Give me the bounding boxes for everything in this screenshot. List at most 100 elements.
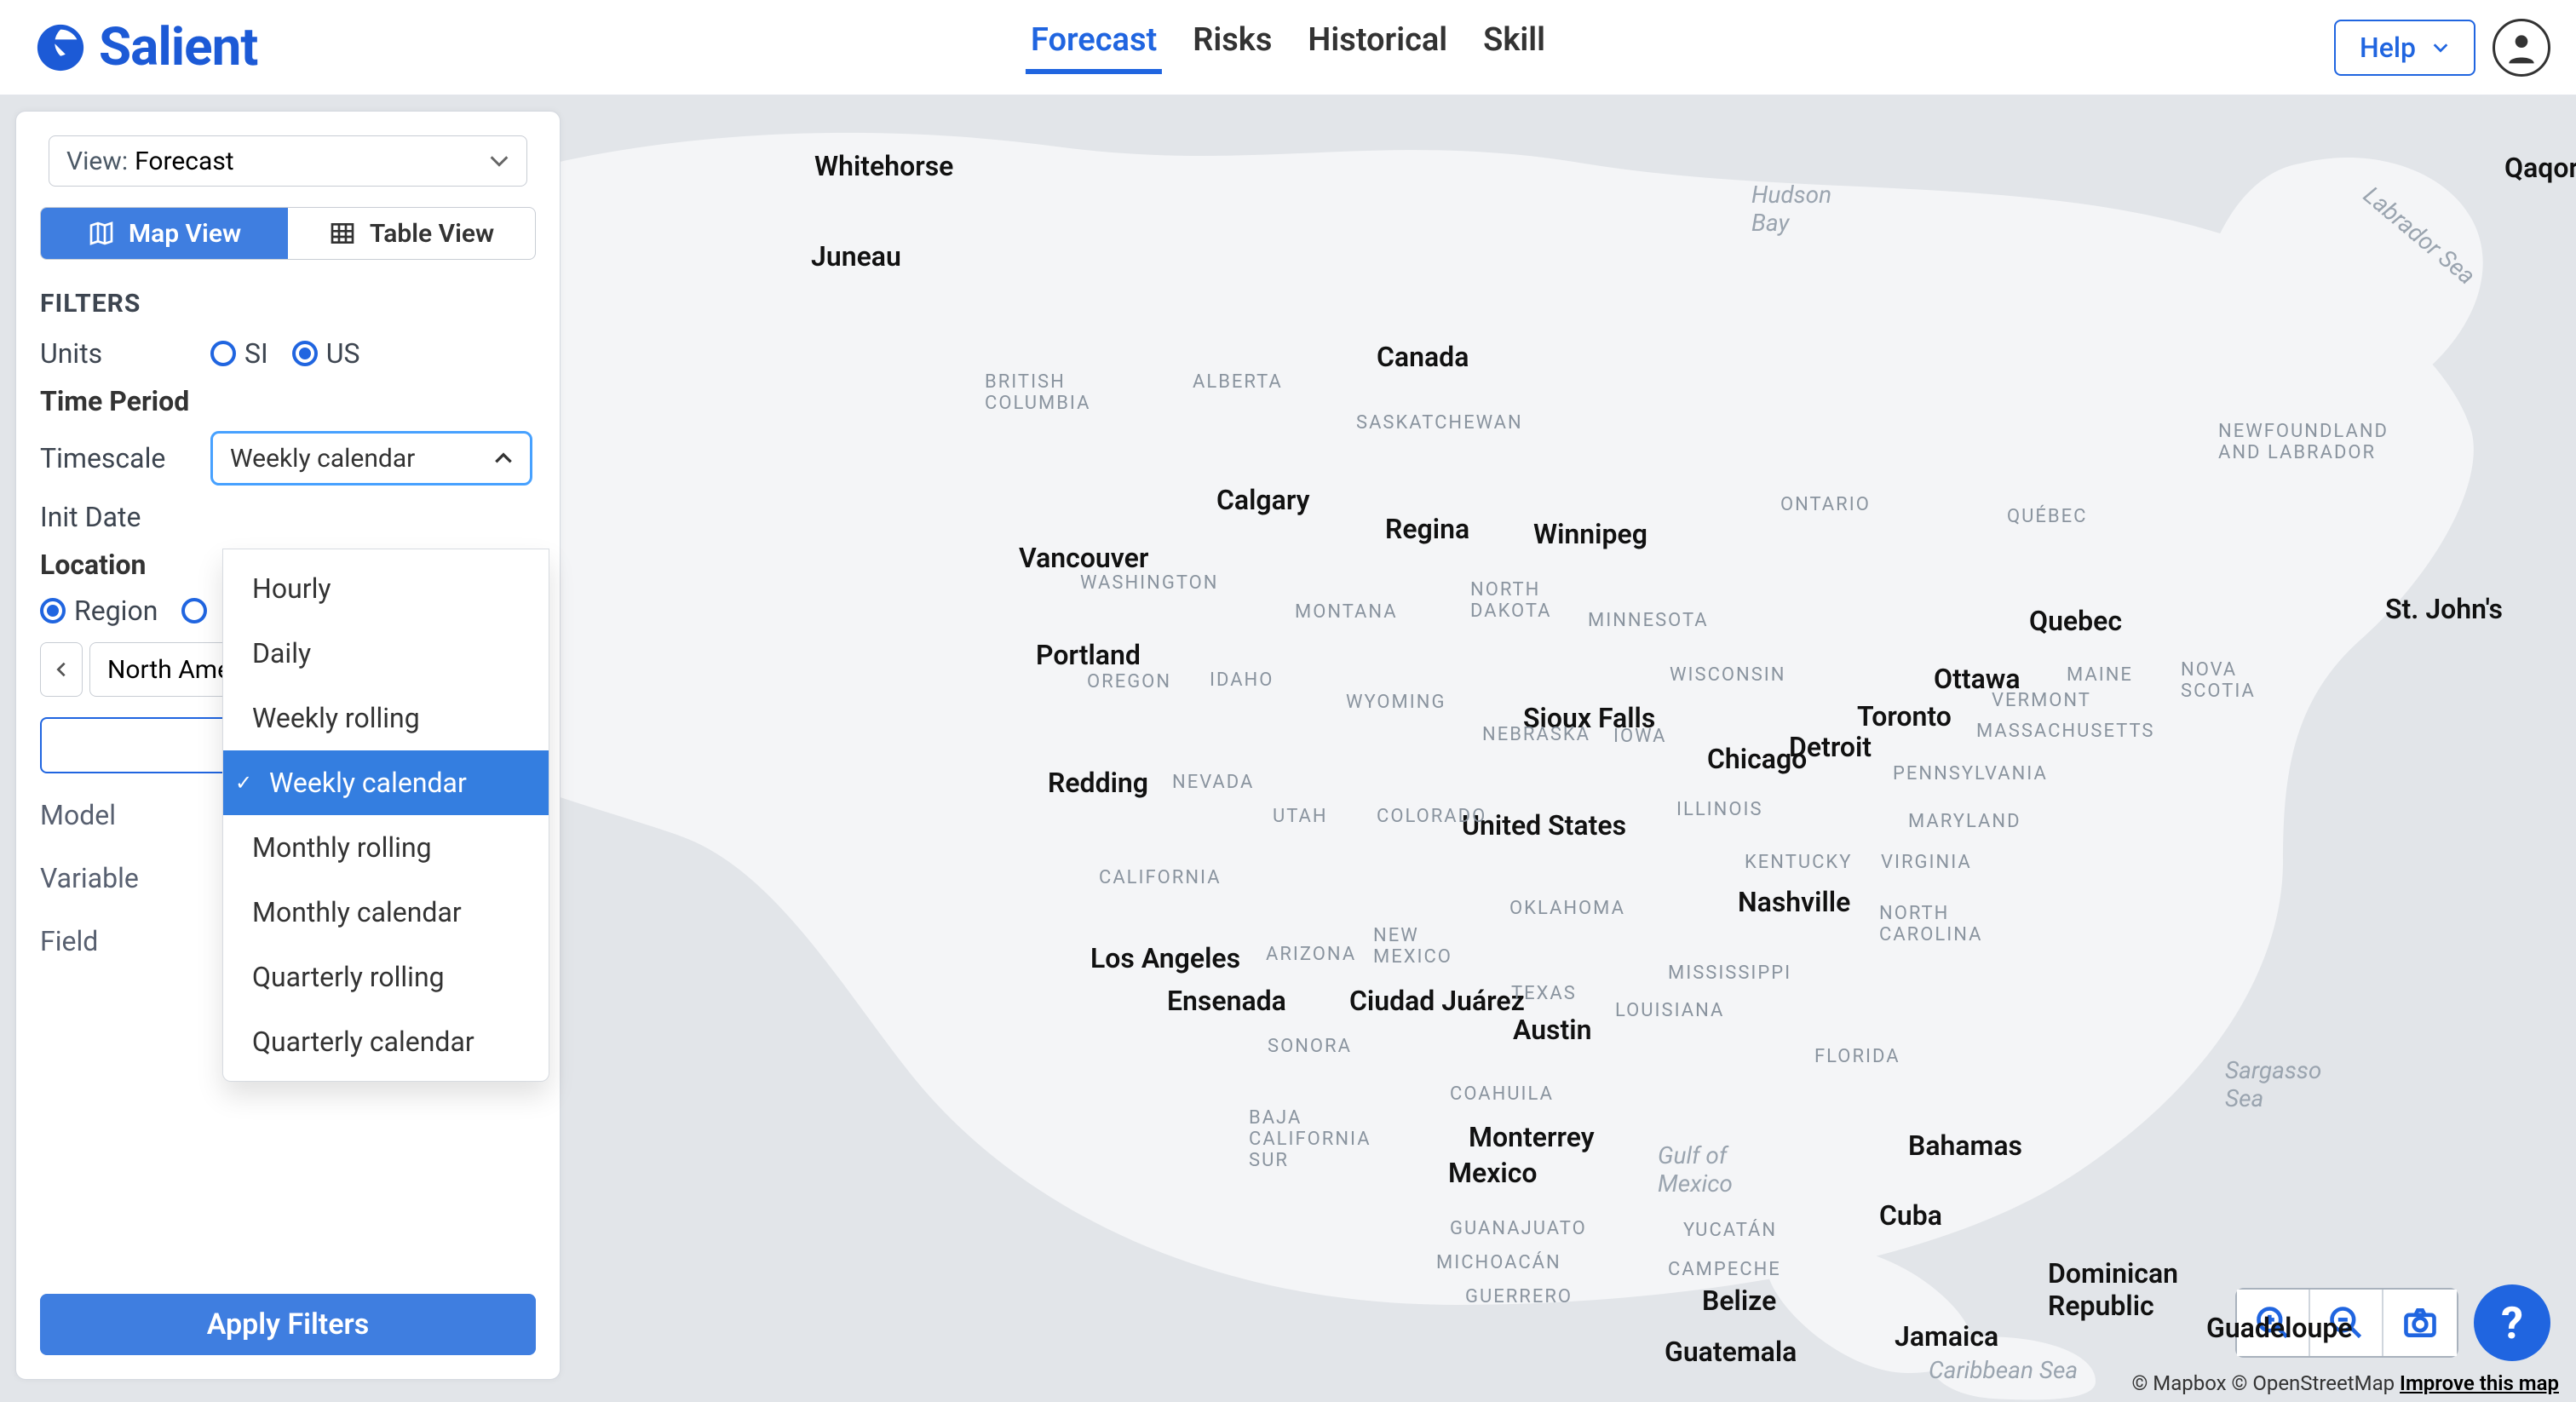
map-label: NOVASCOTIA [2181,659,2256,702]
view-select-value: Forecast [135,147,234,176]
map-label: SASKATCHEWAN [1356,412,1523,434]
map-label: MASSACHUSETTS [1976,721,2155,742]
units-row: Units SI US [40,337,536,370]
chevron-left-icon [52,660,71,679]
timescale-option[interactable]: Quarterly rolling [223,945,549,1009]
timescale-option[interactable]: Monthly rolling [223,815,549,880]
main-nav: Forecast Risks Historical Skill [1026,21,1550,74]
init-date-label: Init Date [40,501,210,533]
map-label: WASHINGTON [1080,572,1218,594]
timescale-label: Timescale [40,442,210,474]
attribution-mapbox[interactable]: © Mapbox [2131,1371,2226,1395]
map-label: Jamaica [1895,1320,1998,1353]
filters-panel: View: Forecast Map View Table View FILTE… [15,111,561,1380]
view-mode-toggle: Map View Table View [40,207,536,260]
map-label: NORTHDAKOTA [1470,579,1552,622]
view-select-label: View: [66,147,128,176]
map-label: Detroit [1789,731,1872,763]
help-bubble-button[interactable]: ? [2474,1284,2550,1361]
location-radio-region[interactable]: Region [40,595,158,627]
map-label: VIRGINIA [1881,852,1972,873]
map-label: Mexico [1448,1157,1538,1189]
table-view-button[interactable]: Table View [288,208,535,259]
chevron-down-icon [487,149,511,173]
map-label: FLORIDA [1814,1046,1900,1067]
map-label: ALBERTA [1193,371,1283,393]
map-label: WYOMING [1346,692,1446,713]
timescale-option[interactable]: Weekly rolling [223,686,549,750]
init-date-row: Init Date [40,501,536,533]
map-label: MONTANA [1295,601,1398,623]
map-label: Guatemala [1665,1336,1797,1368]
map-label: MARYLAND [1908,811,2021,832]
map-label: Canada [1377,341,1469,373]
map-label: Regina [1385,513,1469,545]
region-prev-button[interactable] [40,642,83,697]
map-label: Gulf ofMexico [1658,1141,1733,1198]
map-icon [88,220,115,247]
map-label: Belize [1702,1284,1776,1317]
timescale-option[interactable]: Weekly calendar [223,750,549,815]
units-radio-us[interactable]: US [292,337,360,370]
view-select[interactable]: View: Forecast [49,135,527,187]
map-label: QUÉBEC [2007,506,2087,527]
map-label: NEVADA [1172,772,1254,793]
brand-logo[interactable]: Salient [34,16,257,78]
map-label: ARIZONA [1266,944,1356,965]
filters-section-title: FILTERS [40,289,536,319]
map-label: Bahamas [1908,1129,2022,1162]
screenshot-button[interactable] [2383,1290,2457,1356]
map-label: CALIFORNIA [1099,867,1222,888]
map-label: HudsonBay [1751,181,1831,237]
timescale-option[interactable]: Monthly calendar [223,880,549,945]
apply-filters-label: Apply Filters [207,1307,370,1342]
timescale-option[interactable]: Daily [223,621,549,686]
map-label: St. John's [2385,593,2503,625]
timescale-select[interactable]: Weekly calendar [210,431,532,486]
radio-icon [181,598,207,623]
map-label: SONORA [1268,1036,1352,1057]
chevron-down-icon [2431,38,2450,57]
map-label: TEXAS [1511,983,1577,1004]
map-label: COAHUILA [1450,1083,1554,1105]
apply-filters-button[interactable]: Apply Filters [40,1294,536,1355]
help-bubble-label: ? [2501,1297,2523,1349]
map-label: Qaqortoq [2504,152,2576,184]
map-label: GUERRERO [1465,1286,1573,1307]
map-label: Juneau [811,240,901,273]
user-avatar[interactable] [2493,19,2550,77]
map-label: UTAH [1273,806,1328,827]
timescale-option[interactable]: Quarterly calendar [223,1009,549,1074]
map-label: ONTARIO [1780,494,1871,515]
improve-map-link[interactable]: Improve this map [2400,1371,2559,1395]
location-radio-alt[interactable] [181,598,207,623]
map-label: Whitehorse [814,150,953,182]
nav-forecast[interactable]: Forecast [1026,21,1162,74]
map-label: Ciudad Juárez [1349,985,1525,1017]
map-label: GUANAJUATO [1450,1218,1587,1239]
map-label: Vancouver [1019,542,1148,574]
timescale-option[interactable]: Hourly [223,556,549,621]
table-view-label: Table View [370,219,494,249]
units-radio-si[interactable]: SI [210,337,268,370]
help-dropdown-button[interactable]: Help [2334,20,2475,76]
map-label: Cuba [1879,1199,1942,1232]
map-attribution: © Mapbox © OpenStreetMap Improve this ma… [2131,1371,2559,1395]
map-label: BRITISHCOLUMBIA [985,371,1090,414]
attribution-osm[interactable]: © OpenStreetMap [2232,1371,2395,1395]
location-region-label: Region [74,595,158,627]
map-label: Austin [1513,1014,1591,1046]
map-label: KENTUCKY [1745,852,1852,873]
salient-icon [34,21,87,74]
nav-risks[interactable]: Risks [1187,21,1277,74]
map-label: Winnipeg [1533,518,1647,550]
radio-icon [40,598,66,623]
map-view-button[interactable]: Map View [41,208,288,259]
map-label: Ensenada [1167,985,1286,1017]
timescale-row: Timescale Weekly calendar [40,431,536,486]
nav-historical[interactable]: Historical [1302,21,1452,74]
map-label: NEWMEXICO [1373,925,1452,968]
chevron-up-icon [492,447,515,469]
nav-skill[interactable]: Skill [1478,21,1550,74]
map-label: OKLAHOMA [1509,898,1625,919]
